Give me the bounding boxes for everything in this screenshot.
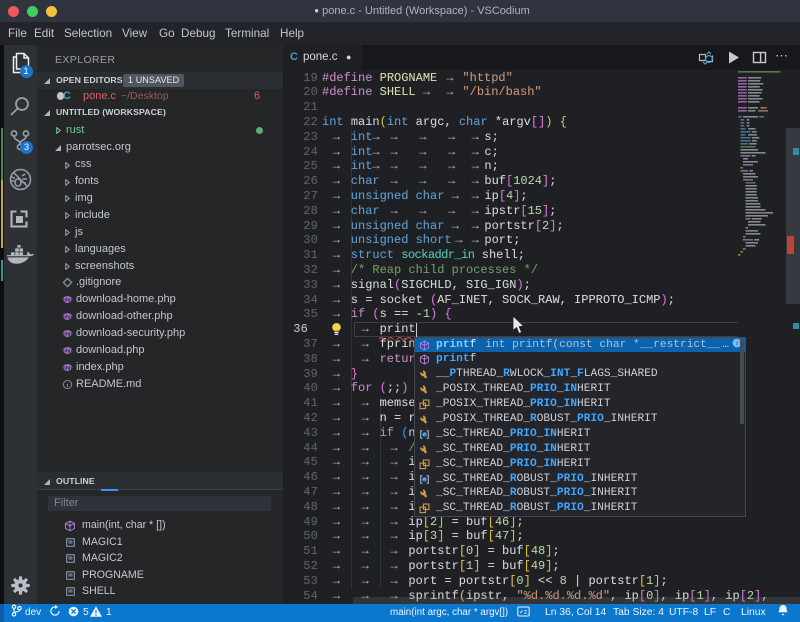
svg-text:php: php xyxy=(63,365,72,371)
svg-text:php: php xyxy=(63,332,72,338)
svg-text:php: php xyxy=(63,298,72,304)
svg-text:php: php xyxy=(63,348,72,354)
svg-text:php: php xyxy=(63,315,72,321)
